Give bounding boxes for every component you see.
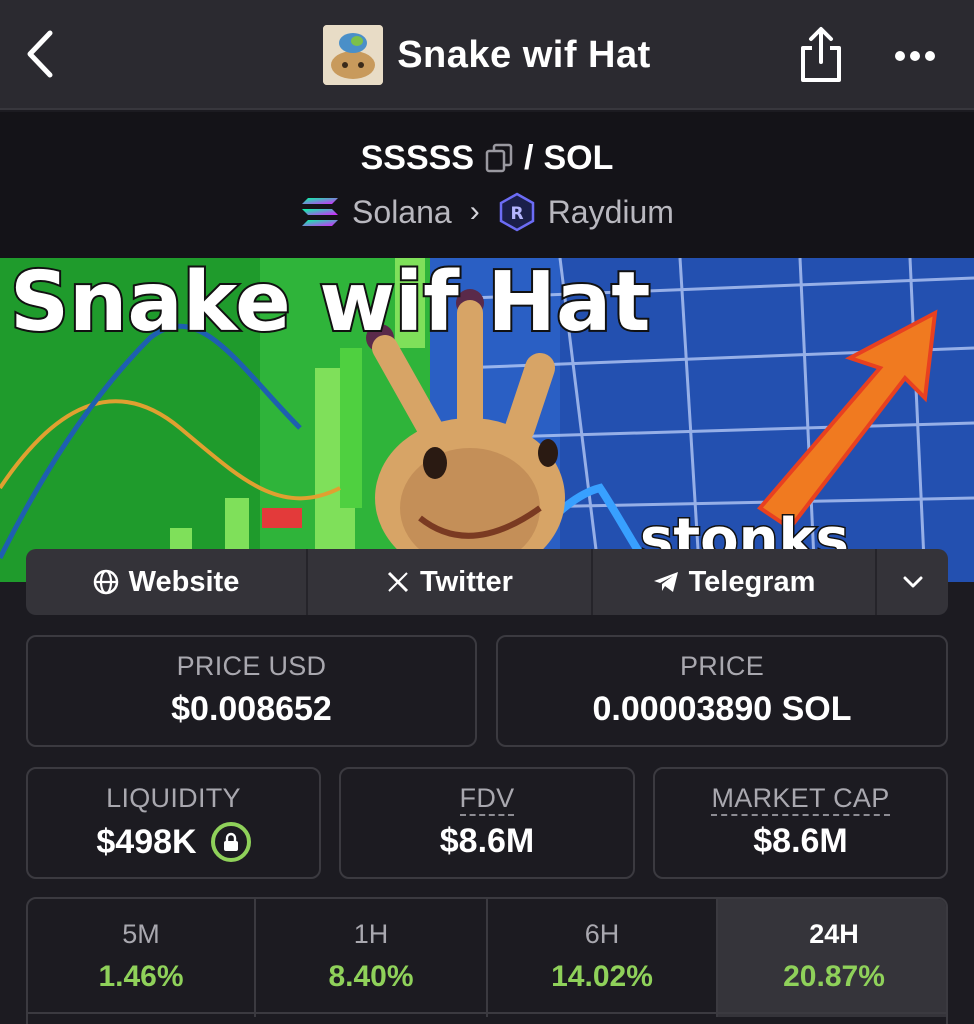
fdv-card[interactable]: FDV $8.6M: [339, 767, 635, 879]
liquidity-value: $498K: [96, 822, 197, 861]
liquidity-label: LIQUIDITY: [106, 783, 241, 813]
more-icon: [895, 51, 935, 61]
top-bar: Snake wif Hat: [0, 0, 974, 110]
price-change-tabs: 5M 1.46% 1H 8.40% 6H 14.02% 24H 20.87%: [26, 897, 948, 1024]
pair-line: SSSSS / SOL: [0, 136, 974, 180]
pair-header: SSSSS / SOL Solana › R Raydium: [0, 112, 974, 258]
tab-5m[interactable]: 5M 1.46%: [28, 899, 256, 1017]
share-icon: [801, 27, 841, 82]
pair-separator: /: [524, 138, 534, 177]
tab-change-value: 14.02%: [551, 960, 653, 993]
token-avatar: [323, 25, 384, 85]
chain-dex-breadcrumb: Solana › R Raydium: [0, 190, 974, 234]
lock-icon: [223, 832, 238, 851]
twitter-label: Twitter: [420, 565, 513, 598]
copy-icon: [485, 143, 513, 173]
telegram-link[interactable]: Telegram: [593, 549, 877, 615]
more-links-button[interactable]: [877, 549, 948, 615]
tab-period-label: 5M: [122, 919, 160, 949]
raydium-icon: R: [499, 192, 534, 232]
tab-change-value: 20.87%: [783, 960, 885, 993]
tab-period-label: 6H: [584, 919, 620, 949]
tab-period-label: 24H: [809, 919, 859, 949]
tabs-divider: [26, 1012, 948, 1014]
twitter-link[interactable]: Twitter: [308, 549, 593, 615]
tab-1h[interactable]: 1H 8.40%: [256, 899, 488, 1017]
price-native-label: PRICE: [679, 651, 765, 681]
tab-change-value: 8.40%: [328, 960, 414, 993]
token-banner: Snake wif Hat stonks: [0, 258, 974, 582]
x-icon: [387, 571, 409, 593]
banner-headline: Snake wif Hat: [10, 258, 651, 350]
svg-text:R: R: [510, 204, 523, 224]
website-label: Website: [128, 565, 240, 598]
liquidity-card: LIQUIDITY $498K: [26, 767, 321, 879]
copy-address-button[interactable]: [484, 143, 514, 173]
price-native-card: PRICE 0.00003890 SOL: [496, 635, 948, 747]
dex-link[interactable]: Raydium: [548, 194, 674, 231]
chain-link[interactable]: Solana: [352, 194, 452, 231]
market-cap-label: MARKET CAP: [711, 783, 890, 816]
base-symbol: SSSSS: [360, 138, 475, 177]
page-title: Snake wif Hat: [397, 33, 651, 76]
tab-period-label: 1H: [353, 919, 389, 949]
share-button[interactable]: [794, 22, 848, 88]
market-cap-value: $8.6M: [753, 822, 848, 860]
price-native-value: 0.00003890 SOL: [592, 690, 852, 728]
fdv-label: FDV: [459, 783, 515, 816]
website-link[interactable]: Website: [26, 549, 308, 615]
liquidity-lock-badge[interactable]: [210, 822, 251, 862]
price-usd-value: $0.008652: [171, 690, 332, 728]
more-options-button[interactable]: [888, 34, 942, 78]
telegram-icon: [653, 572, 678, 592]
tab-6h[interactable]: 6H 14.02%: [488, 899, 718, 1017]
breadcrumb-chevron-icon: ›: [469, 195, 480, 228]
solana-icon: [302, 198, 339, 226]
fdv-value: $8.6M: [439, 822, 535, 860]
globe-icon: [93, 569, 118, 595]
price-usd-label: PRICE USD: [176, 651, 327, 681]
social-links-bar: Website Twitter Telegram: [26, 549, 948, 615]
tab-change-value: 1.46%: [98, 960, 184, 993]
market-cap-card[interactable]: MARKET CAP $8.6M: [653, 767, 948, 879]
price-usd-card: PRICE USD $0.008652: [26, 635, 477, 747]
liquidity-value-row: $498K: [96, 822, 251, 862]
tab-24h[interactable]: 24H 20.87%: [718, 899, 946, 1017]
quote-symbol: SOL: [543, 138, 614, 177]
telegram-label: Telegram: [688, 565, 816, 598]
chevron-down-icon: [903, 576, 922, 588]
